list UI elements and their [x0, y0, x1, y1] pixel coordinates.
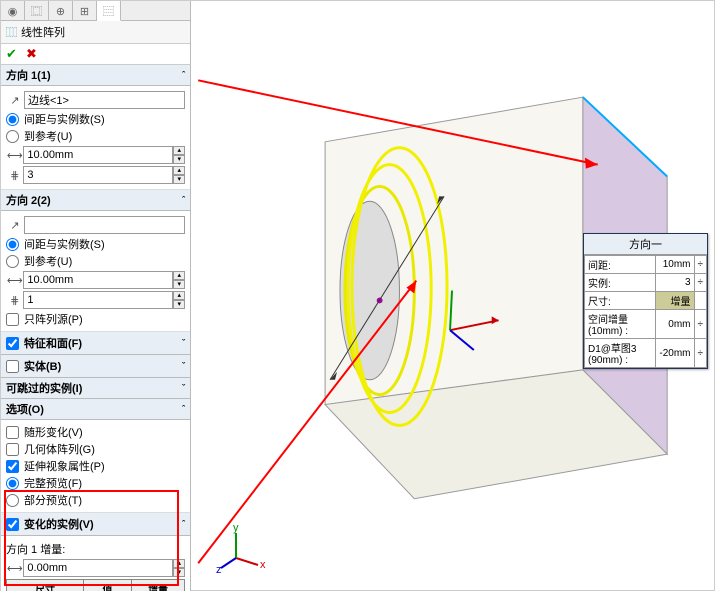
- count-icon: ⋕: [6, 169, 23, 182]
- opt-vary-sketch[interactable]: 随形变化(V): [6, 424, 185, 440]
- skip-header: 可跳过的实例(I): [6, 380, 82, 396]
- vary-increment-input[interactable]: [23, 559, 173, 577]
- direction-icon[interactable]: ↗: [6, 219, 24, 232]
- dir2-opt-spacing[interactable]: 间距与实例数(S): [6, 236, 185, 252]
- dir2-count-input[interactable]: [23, 291, 173, 309]
- collapse-icon[interactable]: ˆ: [182, 70, 185, 80]
- section-dir2-header: 方向 2(2): [6, 192, 51, 208]
- direction-callout[interactable]: 方向一 间距:10mm÷ 实例:3÷ 尺寸:增量 空间增量 (10mm) :0m…: [583, 233, 708, 369]
- tab-1-icon[interactable]: ◉: [1, 1, 25, 21]
- cancel-button[interactable]: ✖: [26, 46, 37, 61]
- dir2-spacing-input[interactable]: [23, 271, 173, 289]
- dimension-table[interactable]: 尺寸值增量 D1@草图390mm-20mm: [6, 579, 185, 591]
- direction-icon[interactable]: ↗: [6, 94, 24, 107]
- vary-sub-label: 方向 1 增量:: [6, 541, 185, 557]
- dir1-count-input[interactable]: [23, 166, 173, 184]
- dir1-spacing-input[interactable]: [23, 146, 173, 164]
- vary-check[interactable]: 变化的实例(V): [6, 516, 94, 532]
- opt-propagate[interactable]: 延伸视象属性(P): [6, 458, 185, 474]
- dir2-only-source[interactable]: 只阵列源(P): [6, 311, 185, 327]
- svg-text:y: y: [233, 523, 239, 534]
- opt-partial-preview[interactable]: 部分预览(T): [6, 492, 185, 508]
- tab-3-icon[interactable]: ⊕: [49, 1, 73, 21]
- dir2-edge-input[interactable]: [24, 216, 185, 234]
- callout-header: 方向一: [584, 234, 707, 255]
- svg-text:x: x: [260, 559, 266, 571]
- section-dir1-header: 方向 1(1): [6, 67, 51, 83]
- spin-up[interactable]: ▴: [173, 146, 185, 155]
- tab-2-icon[interactable]: ⿴: [25, 1, 49, 21]
- features-check[interactable]: 特征和面(F): [6, 335, 82, 351]
- svg-text:z: z: [216, 564, 222, 573]
- tab-5-icon[interactable]: ⿳: [97, 1, 121, 21]
- ok-button[interactable]: ✔: [6, 46, 17, 61]
- linear-pattern-icon: ⿲: [6, 24, 17, 40]
- dir2-opt-ref[interactable]: 到参考(U): [6, 253, 185, 269]
- dir1-opt-spacing[interactable]: 间距与实例数(S): [6, 111, 185, 127]
- tab-4-icon[interactable]: ⊞: [73, 1, 97, 21]
- dir1-edge-input[interactable]: [24, 91, 185, 109]
- opt-full-preview[interactable]: 完整预览(F): [6, 475, 185, 491]
- bodies-check[interactable]: 实体(B): [6, 358, 61, 374]
- options-header: 选项(O): [6, 401, 44, 417]
- spin-down[interactable]: ▾: [173, 155, 185, 164]
- axis-triad-icon: x y z: [216, 523, 266, 573]
- dir1-opt-ref[interactable]: 到参考(U): [6, 128, 185, 144]
- spacing-icon: ⟷: [6, 149, 23, 162]
- feature-title: 线性阵列: [21, 24, 65, 40]
- opt-geom-pattern[interactable]: 几何体阵列(G): [6, 441, 185, 457]
